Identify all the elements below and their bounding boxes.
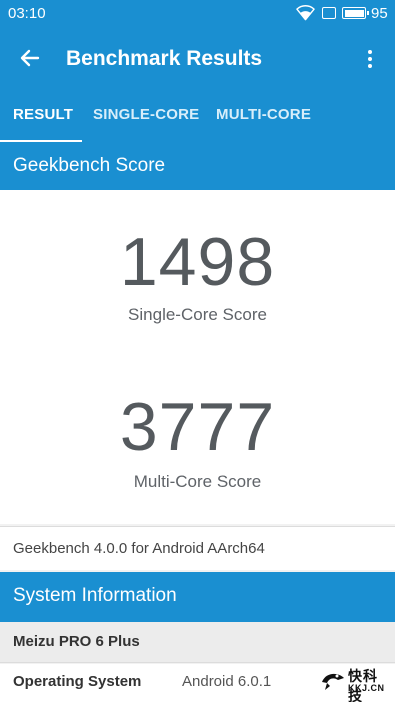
system-information-header: System Information [0,572,395,622]
tab-bar: RESULT SINGLE-CORE MULTI-CORE [0,91,395,142]
tab-single-core[interactable]: SINGLE-CORE [93,106,199,123]
device-name: Meizu PRO 6 Plus [0,622,395,663]
watermark-logo: 快科技 KKJ.CN [318,664,390,702]
tab-multi-core[interactable]: MULTI-CORE [216,106,311,123]
watermark-subtitle: KKJ.CN [348,683,385,693]
watermark-icon [322,673,344,690]
sim-icon [322,7,336,19]
score-card: 1498 Single-Core Score 3777 Multi-Core S… [0,190,395,524]
status-bar: 03:10 95 [0,0,395,27]
tab-result[interactable]: RESULT [13,106,73,123]
info-value: Android 6.0.1 [182,673,272,690]
multi-core-score: 3777 [119,389,276,465]
multi-core-label: Multi-Core Score [133,472,262,491]
info-key: Operating System [13,673,142,690]
geekbench-score-header: Geekbench Score [0,142,395,190]
app-bar: Benchmark Results [0,27,395,91]
wifi-icon [296,5,315,21]
arrow-back-icon[interactable] [18,46,42,70]
single-core-label: Single-Core Score [128,305,267,324]
page-title: Benchmark Results [66,47,263,70]
battery-icon [342,7,369,19]
more-vert-icon[interactable] [362,47,378,71]
geekbench-version: Geekbench 4.0.0 for Android AArch64 [0,526,395,570]
battery-level: 95 [371,5,388,22]
status-time: 03:10 [8,5,46,22]
single-core-score: 1498 [119,224,276,300]
